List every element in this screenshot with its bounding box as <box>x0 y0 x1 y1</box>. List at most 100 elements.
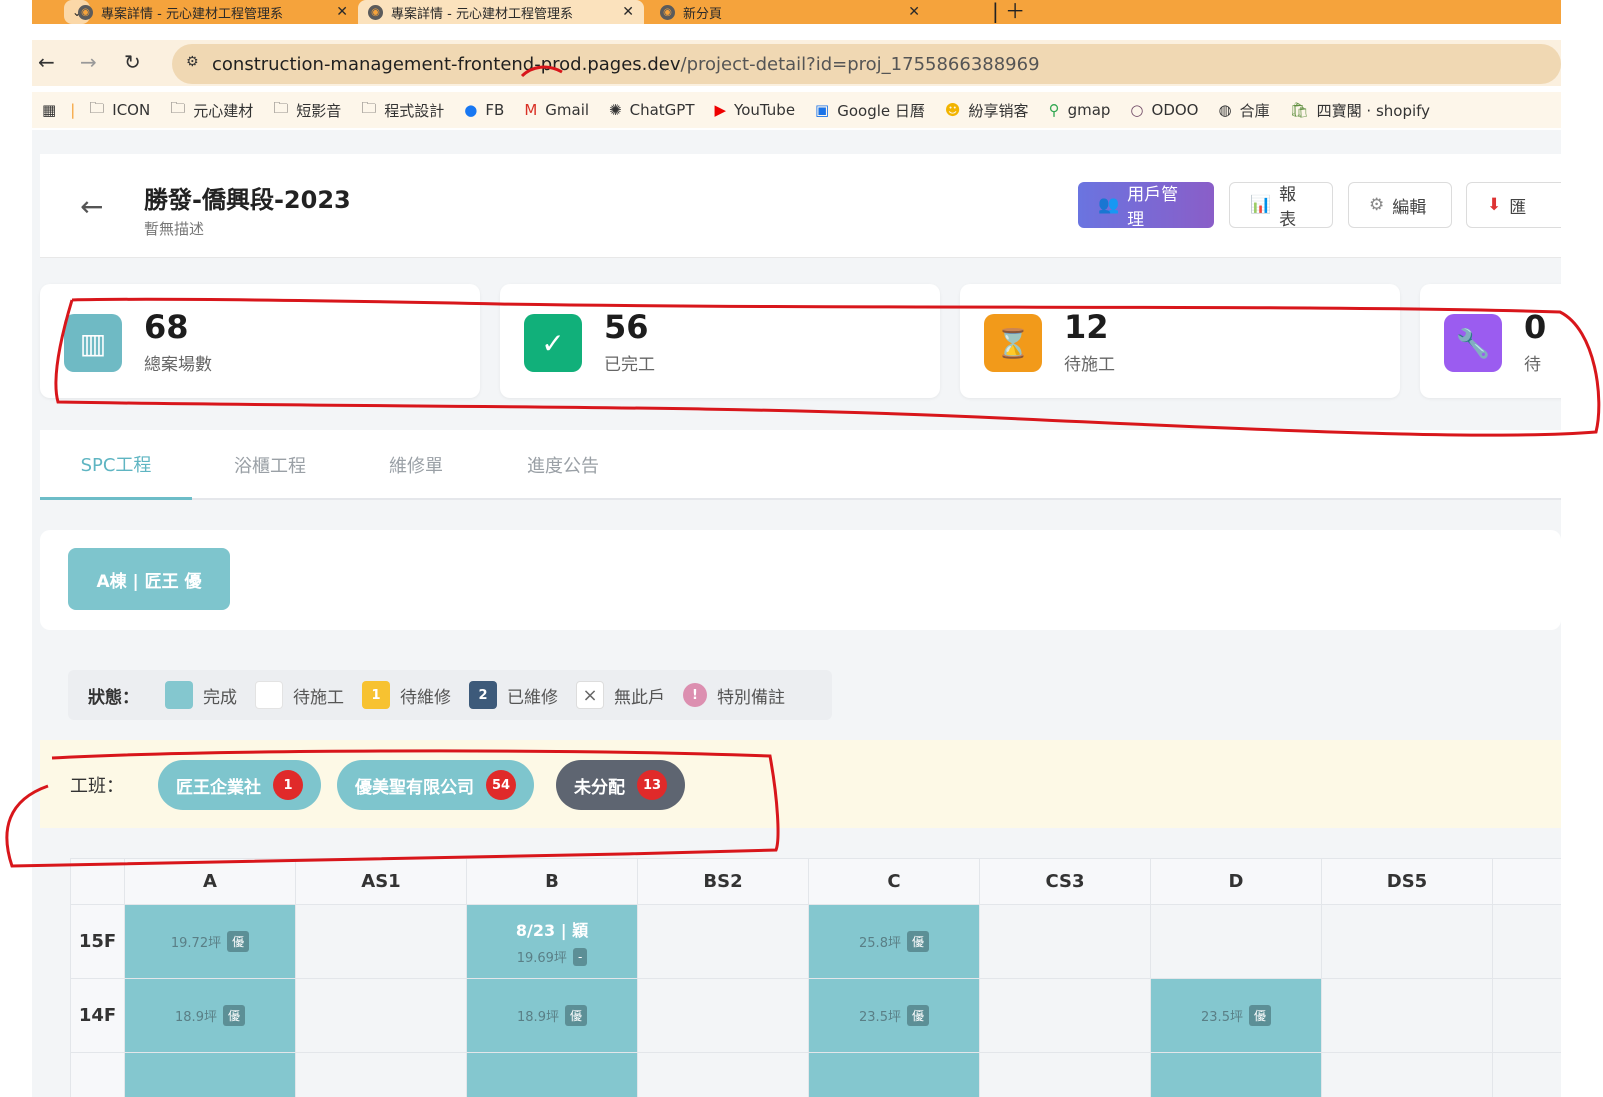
crew-unassigned[interactable]: 未分配 13 <box>556 760 686 810</box>
unit-cell[interactable] <box>809 1053 980 1097</box>
tab-bathroom-cabinet[interactable]: 浴櫃工程 <box>192 430 348 500</box>
divider: | <box>70 101 76 119</box>
legend-done: 完成 <box>165 681 237 709</box>
bookmark-icon-folder[interactable]: 🗀 ICON <box>79 98 160 123</box>
folder-icon: 🗀 <box>361 98 377 117</box>
unit-area-line: 19.72坪優 <box>170 931 250 952</box>
site-info-icon[interactable]: ⚙ <box>186 54 199 70</box>
bookmark-hezuo[interactable]: ◍ 合庫 <box>1209 100 1280 121</box>
bookmark-yuanxin[interactable]: 🗀 元心建材 <box>160 98 263 123</box>
building-selector: A棟 | 匠王 優 <box>40 530 1561 630</box>
unit-cell[interactable]: 25.8坪優 <box>809 905 980 979</box>
unit-cell[interactable]: 8/23 | 穎 19.69坪 - <box>467 905 638 979</box>
unit-cell-empty[interactable] <box>980 905 1151 979</box>
bookmark-shopify[interactable]: 🛍 四寶閣 · shopify <box>1280 100 1440 121</box>
close-tab-icon[interactable]: ✕ <box>908 4 920 20</box>
unit-cell-empty[interactable] <box>296 1053 467 1097</box>
legend-repaired: 2 已維修 <box>469 681 558 709</box>
unit-cell-empty[interactable] <box>638 979 809 1053</box>
browser-tab-3[interactable]: ◉ 新分頁 ✕ <box>650 0 930 24</box>
bookmark-programming[interactable]: 🗀 程式設計 <box>351 98 454 123</box>
export-button[interactable]: ⬇ 匯 <box>1466 182 1561 228</box>
check-icon: ✓ <box>524 314 582 372</box>
browser-tab-2[interactable]: ◉ 專案詳情 - 元心建材工程管理系 ✕ <box>358 0 644 24</box>
facebook-icon: ● <box>464 101 478 119</box>
back-arrow-icon[interactable]: ← <box>80 190 103 223</box>
bookmark-fxiaoke[interactable]: ☻ 紛享销客 <box>935 100 1039 121</box>
column-header: CS3 <box>980 859 1151 905</box>
bookmark-youtube[interactable]: ▶ YouTube <box>705 101 806 119</box>
unit-cell-empty[interactable] <box>296 979 467 1053</box>
unit-cell-empty[interactable] <box>638 905 809 979</box>
globe-icon: ◍ <box>1218 101 1232 119</box>
tab-progress-notice[interactable]: 進度公告 <box>484 430 642 500</box>
globe-icon: ◉ <box>78 4 93 20</box>
unit-area-line: 19.69坪 - <box>517 947 588 966</box>
exclamation-icon: ! <box>683 683 707 707</box>
user-management-button[interactable]: 👥 用戶管理 <box>1078 182 1214 230</box>
stat-card-pending: ⌛ 12 待施工 <box>960 284 1400 398</box>
bookmark-chatgpt[interactable]: ✺ ChatGPT <box>599 101 704 119</box>
bookmark-shortvideo[interactable]: 🗀 短影音 <box>263 98 351 123</box>
unit-cell[interactable]: 18.9坪優 <box>125 979 296 1053</box>
odoo-icon: ○ <box>1130 101 1144 119</box>
unit-cell[interactable]: 19.72坪優 <box>125 905 296 979</box>
unit-cell-empty[interactable] <box>980 979 1151 1053</box>
new-tab-button[interactable]: | ＋ <box>992 0 1025 24</box>
report-button[interactable]: 📊 報表 <box>1229 182 1333 230</box>
crew-tag: 優 <box>564 1005 587 1026</box>
crew-jiangwang[interactable]: 匠王企業社 1 <box>158 760 321 810</box>
unit-cell[interactable] <box>125 1053 296 1097</box>
unit-cell-empty[interactable] <box>1493 979 1561 1053</box>
building-button[interactable]: A棟 | 匠王 優 <box>68 548 230 610</box>
unit-cell-empty[interactable] <box>1322 1053 1493 1097</box>
youtube-icon: ▶ <box>714 101 727 119</box>
map-pin-icon: ⚲ <box>1048 101 1060 119</box>
unit-area: 19.69坪 <box>516 951 567 966</box>
column-header: C <box>809 859 980 905</box>
column-header <box>1493 859 1561 905</box>
project-tabs: SPC工程 浴櫃工程 維修單 進度公告 <box>40 430 1561 500</box>
project-header: ← 勝發-僑興段-2023 暫無描述 👥 用戶管理 📊 報表 ⚙ 編輯 ⬇ 匯 <box>40 154 1561 258</box>
unit-cell[interactable] <box>467 1053 638 1097</box>
tab-spc[interactable]: SPC工程 <box>40 430 192 500</box>
unit-cell[interactable]: 23.5坪優 <box>809 979 980 1053</box>
unit-cell[interactable] <box>1151 1053 1322 1097</box>
close-tab-icon[interactable]: ✕ <box>336 4 348 20</box>
unit-area: 19.72坪 <box>170 936 222 951</box>
bookmark-gmap[interactable]: ⚲ gmap <box>1039 101 1121 119</box>
unit-area: 18.9坪 <box>175 1010 217 1025</box>
unit-cell[interactable]: 23.5坪優 <box>1151 979 1322 1053</box>
unit-cell-empty[interactable] <box>1322 905 1493 979</box>
browser-tab-strip: ⌄ ◉ 專案詳情 - 元心建材工程管理系 ✕ ◉ 專案詳情 - 元心建材工程管理… <box>32 0 1561 24</box>
unit-area: 23.5坪 <box>1201 1010 1243 1025</box>
folder-icon: 🗀 <box>170 98 186 117</box>
tab-repair-orders[interactable]: 維修單 <box>348 430 484 500</box>
unit-cell-empty[interactable] <box>980 1053 1151 1097</box>
unit-cell-empty[interactable] <box>1322 979 1493 1053</box>
browser-tab-1[interactable]: ◉ 專案詳情 - 元心建材工程管理系 ✕ <box>68 0 358 24</box>
hourglass-icon: ⌛ <box>984 314 1042 372</box>
close-tab-icon[interactable]: ✕ <box>622 4 634 20</box>
shopify-icon: 🛍 <box>1289 101 1309 119</box>
bookmark-google-calendar[interactable]: ▣ Google 日曆 <box>805 100 935 121</box>
crew-youmeisheng[interactable]: 優美聖有限公司 54 <box>337 760 535 810</box>
edit-button[interactable]: ⚙ 編輯 <box>1348 182 1452 228</box>
unit-cell-empty[interactable] <box>638 1053 809 1097</box>
bookmark-odoo[interactable]: ○ ODOO <box>1120 101 1208 119</box>
legend-no-unit: × 無此戶 <box>576 681 665 709</box>
unit-cell[interactable]: 18.9坪優 <box>467 979 638 1053</box>
back-icon[interactable]: ← <box>38 50 55 74</box>
address-bar[interactable]: ⚙ construction-management-frontend-prod.… <box>172 44 1561 84</box>
unit-area-line: 23.5坪優 <box>859 1005 929 1026</box>
calendar-icon: ▣ <box>815 101 830 119</box>
bookmark-fb[interactable]: ● FB <box>454 101 514 119</box>
unit-cell-empty[interactable] <box>296 905 467 979</box>
unit-cell-empty[interactable] <box>1493 905 1561 979</box>
apps-icon[interactable]: ▦ <box>32 101 66 119</box>
bookmark-gmail[interactable]: M Gmail <box>514 101 599 119</box>
reload-icon[interactable]: ↻ <box>124 50 141 74</box>
forward-icon[interactable]: → <box>80 50 97 74</box>
unit-cell-empty[interactable] <box>1493 1053 1561 1097</box>
unit-cell-empty[interactable] <box>1151 905 1322 979</box>
